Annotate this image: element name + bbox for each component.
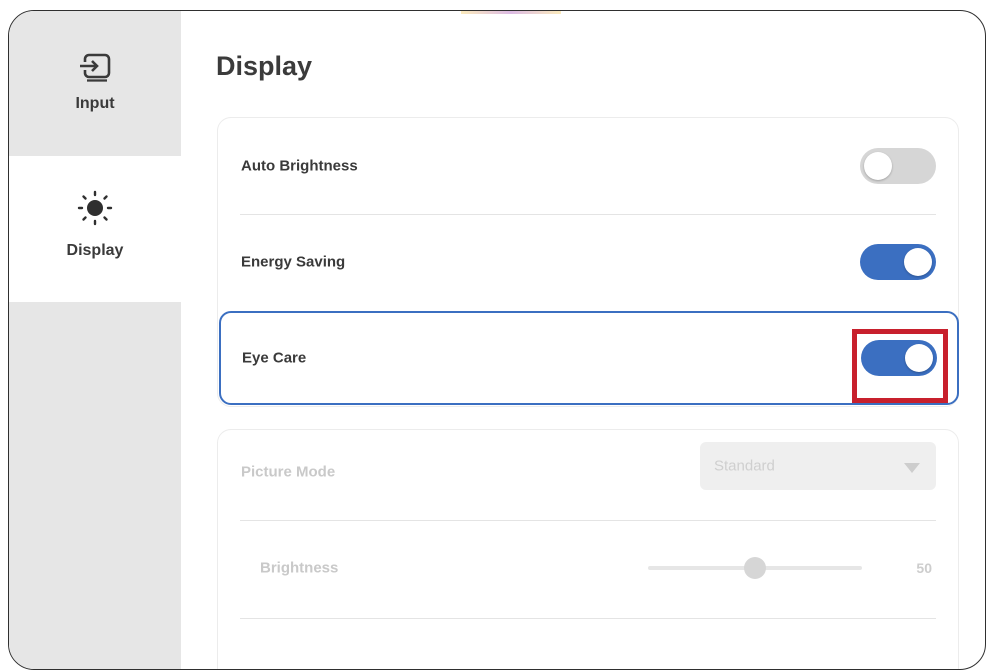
input-icon <box>77 51 113 83</box>
caret-down-icon <box>904 463 920 473</box>
brightness-slider-thumb[interactable] <box>744 557 766 579</box>
energy-saving-row: Energy Saving <box>218 214 958 310</box>
highlight-box <box>852 329 948 403</box>
brightness-value: 50 <box>916 560 932 576</box>
energy-saving-label: Energy Saving <box>241 253 346 271</box>
picture-mode-select[interactable]: Standard <box>700 442 936 490</box>
page-title: Display <box>216 51 313 81</box>
picture-mode-label: Picture Mode <box>241 463 336 481</box>
divider <box>240 618 936 619</box>
sidebar-item-label: Display <box>66 242 124 259</box>
sidebar: Input Display <box>9 11 181 669</box>
sun-icon <box>77 190 113 226</box>
sidebar-item-label: Input <box>75 95 115 112</box>
settings-window: Input Display Display Auto Brightness En… <box>8 10 986 670</box>
picture-mode-value: Standard <box>714 457 775 475</box>
sidebar-item-display[interactable]: Display <box>9 156 181 302</box>
brightness-label: Brightness <box>260 559 339 577</box>
energy-saving-toggle[interactable] <box>860 244 936 280</box>
eye-care-label: Eye Care <box>242 349 307 367</box>
auto-brightness-label: Auto Brightness <box>241 157 358 175</box>
auto-brightness-row: Auto Brightness <box>218 118 958 214</box>
sidebar-item-input[interactable]: Input <box>9 11 181 156</box>
eye-care-row[interactable]: Eye Care <box>219 311 959 405</box>
auto-brightness-toggle[interactable] <box>860 148 936 184</box>
picture-mode-row: Picture Mode Standard <box>218 424 958 520</box>
disabled-settings-card: Picture Mode Standard Brightness 50 <box>217 429 959 669</box>
brightness-row: Brightness 50 <box>218 520 958 616</box>
toggle-knob <box>864 152 892 180</box>
toggle-knob <box>904 248 932 276</box>
top-accent-bar <box>461 11 561 14</box>
